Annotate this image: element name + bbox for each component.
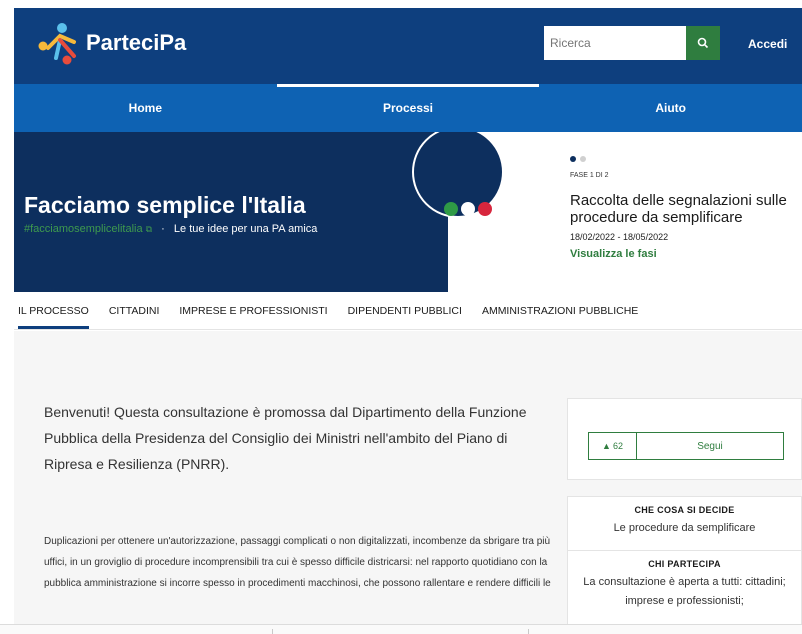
- hashtag-link[interactable]: #facciamosemplicelitalia: [24, 223, 143, 235]
- partecipa-logo-icon[interactable]: [30, 18, 82, 70]
- nav-item-aiuto[interactable]: Aiuto: [539, 84, 802, 132]
- tab-amministrazioni-pubbliche[interactable]: AMMINISTRAZIONI PUBBLICHE: [482, 292, 638, 329]
- tab-dipendenti-pubblici[interactable]: DIPENDENTI PUBBLICI: [348, 292, 462, 329]
- nav-item-home[interactable]: Home: [14, 84, 277, 132]
- hero-tagline: Le tue idee per una PA amica: [173, 223, 318, 235]
- separator: ·: [161, 223, 165, 235]
- tab-imprese-professionisti[interactable]: IMPRESE E PROFESSIONISTI: [179, 292, 327, 329]
- login-link[interactable]: Accedi: [748, 37, 787, 51]
- white-dot: [461, 202, 475, 216]
- divider: [272, 629, 273, 634]
- info-heading: CHE COSA SI DECIDE: [634, 505, 735, 515]
- audience-tabs: IL PROCESSO CITTADINI IMPRESE E PROFESSI…: [14, 292, 802, 330]
- phase-title: Raccolta delle segnalazioni sulle proced…: [570, 192, 787, 226]
- tab-il-processo[interactable]: IL PROCESSO: [18, 292, 89, 329]
- brand-name[interactable]: ParteciPa: [86, 30, 186, 56]
- view-phases-link[interactable]: Visualizza le fasi: [570, 248, 657, 260]
- follow-widget: ▲ 62 Segui: [588, 432, 784, 460]
- description-paragraph: Duplicazioni per ottenere un'autorizzazi…: [44, 536, 551, 589]
- triangle-up-icon: ▲: [602, 441, 611, 451]
- info-section-participants: CHI PARTECIPA La consultazione è aperta …: [568, 550, 801, 611]
- process-content: Benvenuti! Questa consultazione è promos…: [14, 331, 802, 634]
- nav-item-processi[interactable]: Processi: [276, 84, 540, 132]
- phase-label: FASE 1 DI 2: [570, 172, 609, 179]
- search-button[interactable]: [686, 26, 720, 60]
- search-input[interactable]: [544, 26, 686, 60]
- info-heading: CHI PARTECIPA: [648, 559, 721, 569]
- phase-dates: 18/02/2022 - 18/05/2022: [570, 232, 669, 242]
- phase-dot-inactive[interactable]: [580, 156, 586, 162]
- external-link-icon: ⧉: [145, 224, 153, 234]
- process-info-card: CHE COSA SI DECIDE Le procedure da sempl…: [567, 496, 802, 634]
- info-value: Le procedure da semplificare: [613, 522, 756, 534]
- hero-emblem: [412, 132, 504, 218]
- divider: [528, 629, 529, 634]
- hero-banner: Facciamo semplice l'Italia #facciamosemp…: [14, 132, 802, 292]
- tricolor-dots: [444, 202, 492, 216]
- phase-dot-active[interactable]: [570, 156, 576, 162]
- follow-card: ▲ 62 Segui: [567, 398, 802, 480]
- tab-cittadini[interactable]: CITTADINI: [109, 292, 160, 329]
- green-dot: [444, 202, 458, 216]
- info-value: La consultazione è aperta a tutti: citta…: [583, 576, 786, 607]
- vote-button[interactable]: ▲ 62: [589, 433, 637, 459]
- intro-paragraph: Benvenuti! Questa consultazione è promos…: [44, 404, 527, 472]
- main-nav: Home Processi Aiuto: [14, 84, 802, 132]
- phase-pager[interactable]: [570, 156, 586, 162]
- site-header: ParteciPa Accedi: [14, 8, 802, 84]
- process-title: Facciamo semplice l'Italia: [24, 192, 306, 218]
- search-icon: [697, 37, 709, 49]
- follow-button[interactable]: Segui: [637, 433, 783, 459]
- info-section-decides: CHE COSA SI DECIDE Le procedure da sempl…: [568, 497, 801, 538]
- bottom-scroll-area: [0, 624, 802, 634]
- vote-count: 62: [612, 441, 623, 451]
- red-dot: [478, 202, 492, 216]
- hero-tags: #facciamosemplicelitalia ⧉ · Le tue idee…: [24, 223, 317, 235]
